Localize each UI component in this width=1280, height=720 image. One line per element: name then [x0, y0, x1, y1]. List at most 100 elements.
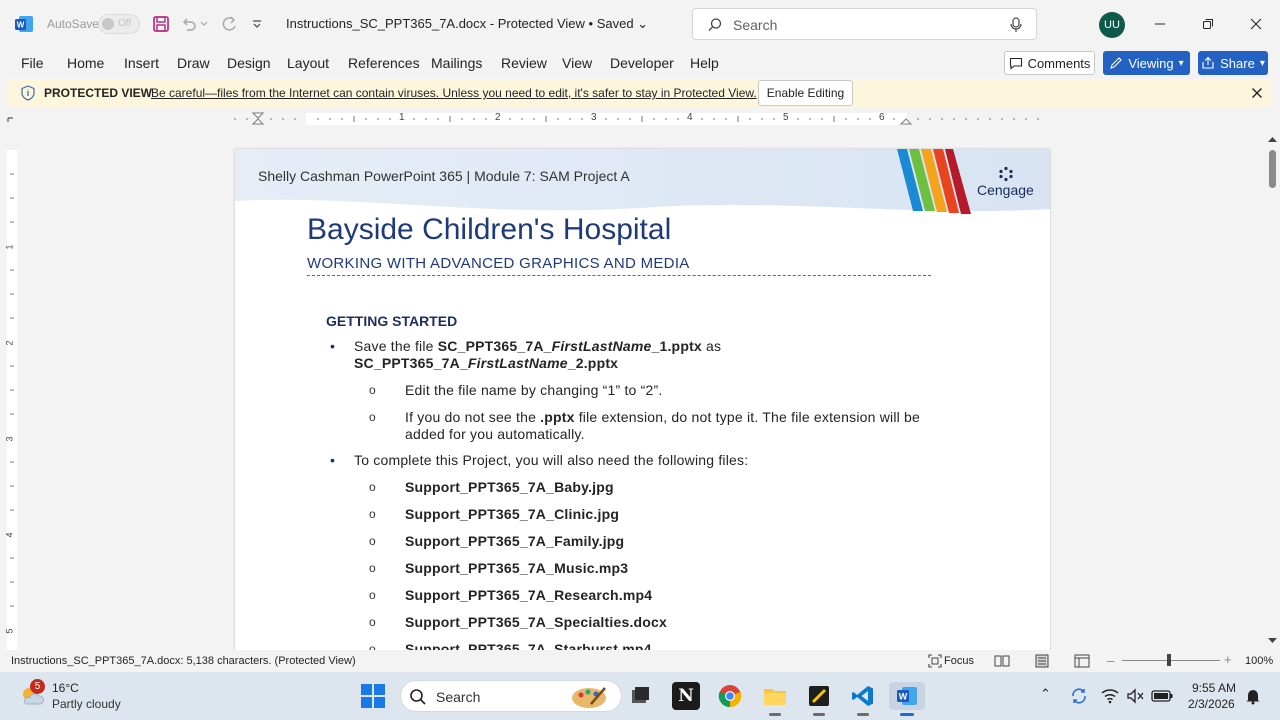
protected-view-message[interactable]: Be careful—files from the Internet can c…	[151, 86, 757, 100]
print-layout-icon[interactable]	[1034, 654, 1050, 668]
notion-icon[interactable]: N	[672, 682, 700, 710]
zoom-in-icon[interactable]: +	[1224, 652, 1232, 667]
comment-icon	[1009, 57, 1022, 70]
viewing-mode-button[interactable]: Viewing ▾	[1103, 51, 1190, 75]
notification-bell-icon[interactable]	[1244, 687, 1262, 705]
tab-insert[interactable]: Insert	[124, 55, 159, 71]
sub-bullet-circle: o	[369, 480, 376, 494]
document-subheading: WORKING WITH ADVANCED GRAPHICS AND MEDIA	[307, 255, 690, 272]
restore-icon[interactable]	[1196, 12, 1220, 36]
volume-muted-icon[interactable]	[1126, 688, 1144, 704]
search-placeholder: Search	[733, 17, 778, 33]
close-icon[interactable]	[1251, 87, 1263, 99]
chrome-icon[interactable]	[716, 682, 744, 710]
section-heading: GETTING STARTED	[326, 313, 458, 329]
horizontal-ruler[interactable]: 1 2 3 4 5 6	[0, 110, 1265, 128]
sticky-app-icon[interactable]	[805, 682, 833, 710]
tab-references[interactable]: References	[348, 55, 420, 71]
bullet-save-file: Save the file SC_PPT365_7A_FirstLastName…	[354, 338, 974, 372]
zoom-level[interactable]: 100%	[1245, 655, 1273, 667]
vscode-icon[interactable]	[849, 682, 877, 710]
undo-dropdown-icon[interactable]	[198, 13, 210, 35]
tab-file[interactable]: File	[21, 55, 44, 71]
windows-start-icon[interactable]	[360, 683, 386, 709]
read-mode-icon[interactable]	[994, 654, 1010, 668]
tab-mailings[interactable]: Mailings	[431, 55, 482, 71]
vertical-ruler[interactable]: 1 2 3 4 5	[4, 150, 20, 650]
avatar[interactable]: UU	[1099, 12, 1125, 38]
chevron-up-icon[interactable]: ⌃	[1040, 686, 1051, 702]
enable-editing-button[interactable]: Enable Editing	[758, 80, 853, 106]
clock-time[interactable]: 9:55 AM	[1192, 681, 1236, 695]
sync-icon[interactable]	[1070, 687, 1088, 705]
document-heading: Bayside Children's Hospital	[307, 213, 672, 246]
taskbar-search[interactable]: Search	[400, 680, 622, 712]
scroll-down-icon[interactable]	[1265, 636, 1280, 646]
customize-toolbar-icon[interactable]	[246, 13, 268, 35]
active-indicator	[900, 713, 914, 716]
autosave-toggle[interactable]: Off	[98, 14, 140, 34]
document-page[interactable]: Shelly Cashman PowerPoint 365 | Module 7…	[235, 149, 1050, 650]
document-title[interactable]: Instructions_SC_PPT365_7A.docx - Protect…	[286, 16, 648, 32]
zoom-slider-thumb[interactable]	[1167, 654, 1171, 666]
sub-bullet-circle: o	[369, 383, 376, 397]
file-explorer-icon[interactable]	[761, 682, 789, 710]
document-canvas[interactable]: 1 2 3 4 5 Shelly Cashman PowerPoint 365 …	[0, 130, 1265, 650]
bullet-dot: •	[330, 452, 335, 468]
focus-button[interactable]: Focus	[944, 655, 974, 667]
weather-temperature[interactable]: 16°C	[52, 681, 79, 695]
sub-bullet-circle: o	[369, 642, 376, 650]
vertical-scrollbar[interactable]	[1265, 130, 1280, 650]
svg-text:W: W	[17, 21, 25, 30]
text-span: If you do not see the	[405, 409, 541, 425]
battery-icon[interactable]	[1151, 689, 1173, 703]
status-bar: Instructions_SC_PPT365_7A.docx: 5,138 ch…	[0, 650, 1280, 672]
filename-part: SC_PPT365_7A_	[437, 338, 552, 354]
share-button[interactable]: Share ▾	[1198, 51, 1268, 75]
tab-review[interactable]: Review	[501, 55, 547, 71]
minimize-icon[interactable]	[1148, 12, 1172, 36]
filename-part: _1.pptx	[651, 338, 702, 354]
support-file-item: Support_PPT365_7A_Family.jpg	[405, 533, 625, 549]
shield-icon	[21, 85, 35, 101]
chevron-down-icon: ▾	[1259, 57, 1265, 69]
sub-bullet-circle: o	[369, 507, 376, 521]
task-view-icon[interactable]	[626, 682, 654, 710]
support-file-item: Support_PPT365_7A_Music.mp3	[405, 560, 629, 576]
web-layout-icon[interactable]	[1074, 654, 1090, 668]
filename-part: SC_PPT365_7A_	[354, 355, 468, 371]
sub-bullet-circle: o	[369, 561, 376, 575]
scrollbar-thumb[interactable]	[1269, 150, 1276, 188]
text-span: Save the file	[354, 338, 438, 354]
redo-icon[interactable]	[218, 13, 240, 35]
tab-draw[interactable]: Draw	[177, 55, 210, 71]
wifi-icon[interactable]	[1101, 688, 1119, 704]
tab-design[interactable]: Design	[227, 55, 271, 71]
zoom-slider[interactable]	[1122, 660, 1220, 661]
document-title-text: Instructions_SC_PPT365_7A.docx - Protect…	[286, 16, 634, 31]
tab-view[interactable]: View	[562, 55, 592, 71]
support-file-item: Support_PPT365_7A_Clinic.jpg	[405, 506, 620, 522]
tab-developer[interactable]: Developer	[610, 55, 674, 71]
search-input[interactable]: Search	[692, 8, 1037, 40]
filename-part: FirstLastName	[467, 355, 568, 371]
word-taskbar-icon[interactable]: W	[889, 682, 925, 710]
clock-date[interactable]: 2/3/2026	[1188, 697, 1235, 711]
close-window-icon[interactable]	[1244, 12, 1268, 36]
chevron-down-icon: ⌄	[637, 16, 649, 31]
zoom-out-icon[interactable]: –	[1107, 653, 1114, 668]
undo-icon[interactable]	[178, 13, 200, 35]
text-span: as	[701, 338, 722, 354]
scroll-up-icon[interactable]	[1265, 134, 1280, 144]
microphone-icon[interactable]	[1009, 17, 1023, 33]
save-icon[interactable]	[150, 13, 172, 35]
ruler-number: 6	[879, 112, 885, 123]
tab-home[interactable]: Home	[67, 55, 104, 71]
tab-help[interactable]: Help	[690, 55, 719, 71]
weather-description[interactable]: Partly cloudy	[52, 697, 121, 711]
header-stripes	[897, 149, 971, 214]
toggle-knob	[102, 18, 114, 30]
ruler-number: 1	[4, 244, 15, 250]
comments-button[interactable]: Comments	[1004, 51, 1095, 75]
tab-layout[interactable]: Layout	[287, 55, 329, 71]
